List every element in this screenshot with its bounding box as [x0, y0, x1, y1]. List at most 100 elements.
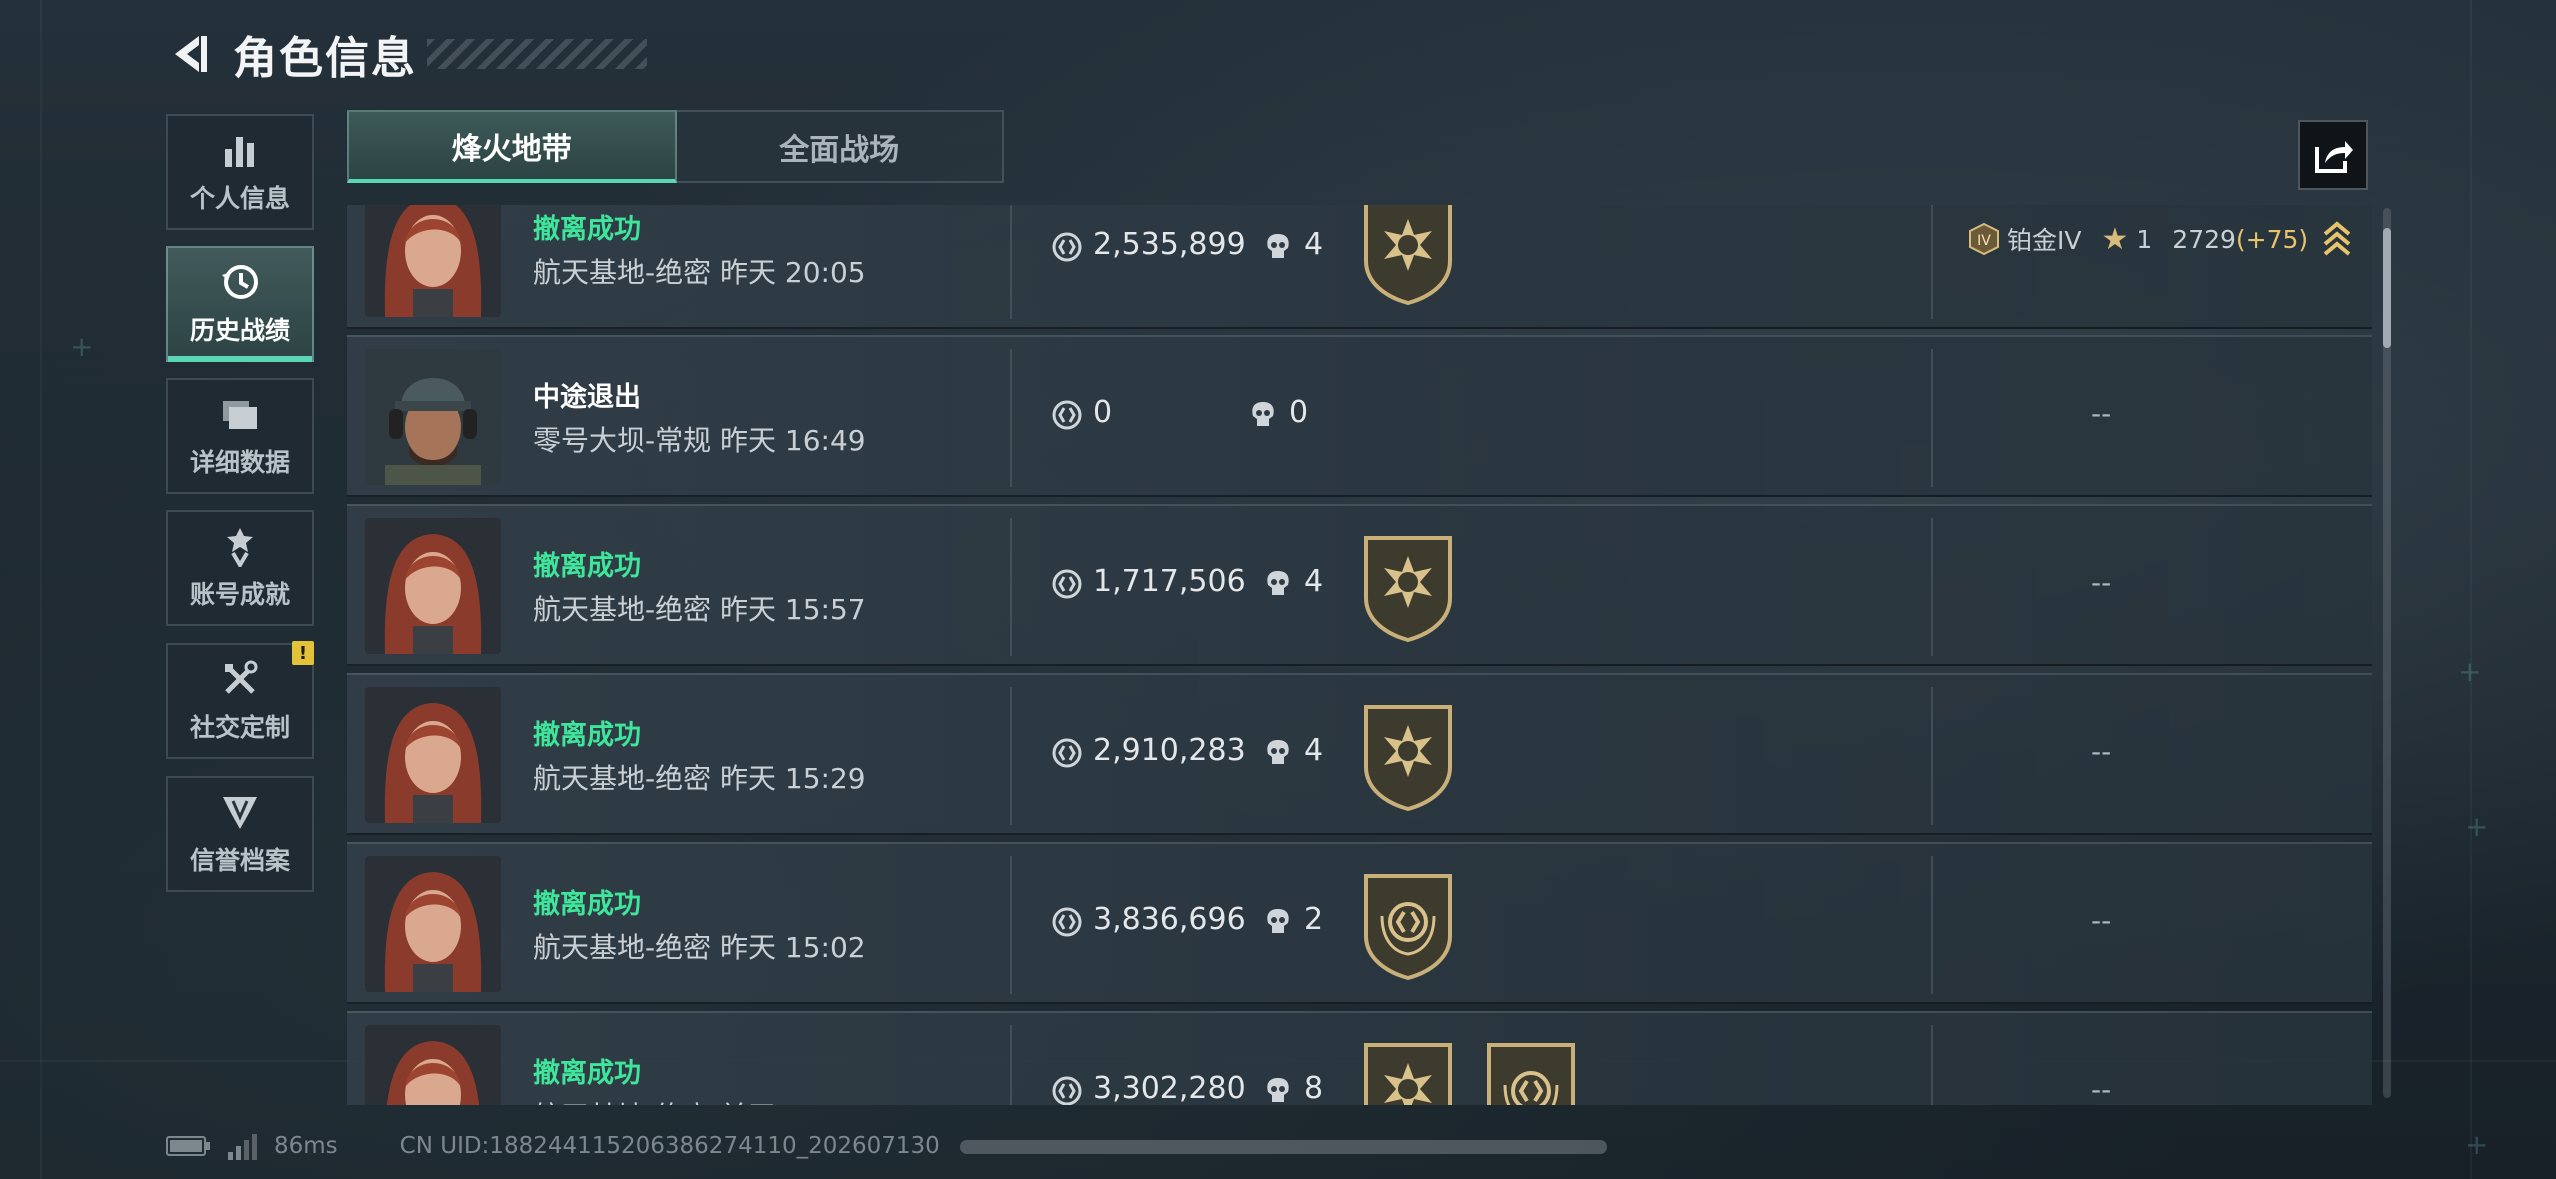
column-divider	[1010, 205, 1012, 319]
skull-icon	[1252, 402, 1274, 426]
laurel-medal-icon	[1364, 874, 1452, 981]
record-value: 1,717,506	[1093, 564, 1246, 599]
platinum-rank-icon: IV	[1969, 222, 1999, 256]
tab-full-battle[interactable]: 全面战场	[676, 110, 1004, 183]
extraction-medal-icon	[1364, 536, 1452, 643]
rank-info: IV 铂金IV ★ 1 2729 (+75)	[1967, 219, 2352, 259]
sidebar-item-label: 信誉档案	[189, 846, 290, 875]
sidebar-item-label: 社交定制	[189, 713, 290, 742]
sidebar-item-profile[interactable]: 个人信息	[166, 114, 314, 230]
record-value: 3,302,280	[1093, 1071, 1246, 1105]
sidebar-item-achievements[interactable]: 账号成就	[166, 510, 314, 626]
share-button[interactable]	[2298, 120, 2368, 190]
record-value: 2,535,899	[1093, 227, 1246, 262]
laurel-medal-icon	[1487, 1043, 1575, 1105]
operator-avatar-redhead	[365, 1025, 501, 1105]
sidebar-item-history[interactable]: 历史战绩	[166, 246, 314, 362]
record-map-time: 航天基地-绝密 前天 20:31	[533, 1095, 866, 1105]
sidebar-item-label: 个人信息	[189, 184, 290, 213]
currency-icon	[1052, 907, 1082, 937]
record-map-time: 航天基地-绝密 昨天 15:57	[533, 593, 866, 626]
record-map-time: 零号大坝-常规 昨天 16:49	[533, 424, 866, 457]
record-status: 撤离成功	[533, 214, 641, 245]
currency-icon	[1052, 400, 1082, 430]
column-divider	[1931, 1025, 1933, 1105]
operator-avatar-redhead	[365, 205, 501, 317]
mode-tabs: 烽火地带 全面战场	[347, 110, 1004, 183]
record-row[interactable]: 撤离成功 航天基地-绝密 昨天 15:02 3,836,696 2 --	[347, 842, 2372, 1004]
home-indicator-bar	[960, 1140, 1607, 1154]
bg-plus-deco: +	[2465, 810, 2489, 843]
record-map-time: 航天基地-绝密 昨天 15:29	[533, 762, 866, 795]
record-row[interactable]: 撤离成功 航天基地-绝密 昨天 20:05 2,535,899 4 IV 铂金I…	[347, 205, 2372, 329]
sidebar-item-reputation[interactable]: 信誉档案	[166, 776, 314, 892]
currency-icon	[1052, 232, 1082, 262]
record-value: 0	[1093, 395, 1113, 430]
record-status: 撤离成功	[533, 720, 641, 751]
share-icon	[2315, 141, 2353, 173]
record-kills: 4	[1304, 227, 1324, 262]
record-status: 撤离成功	[533, 889, 641, 920]
scrollbar-thumb[interactable]	[2383, 228, 2391, 348]
extraction-medal-icon	[1364, 705, 1452, 812]
sidebar-item-label: 账号成就	[189, 580, 290, 609]
bg-grid-line	[40, 0, 42, 1179]
record-kills: 2	[1304, 902, 1324, 937]
bar-chart-icon	[225, 137, 254, 167]
column-divider	[1010, 1025, 1012, 1105]
history-list: 撤离成功 航天基地-绝密 昨天 20:05 2,535,899 4 IV 铂金I…	[347, 205, 2372, 1105]
column-divider	[1010, 349, 1012, 487]
back-button[interactable]	[165, 30, 213, 78]
rank-roman-label: IV	[1977, 233, 1991, 249]
uid-text: CN UID:1882441152063862741​10_202607130	[399, 1133, 940, 1159]
bg-grid-line	[2470, 0, 2472, 1179]
status-footer: 86ms CN UID:1882441152063862741​10_20260…	[166, 1128, 940, 1164]
sidebar-item-label: 详细数据	[189, 448, 290, 477]
rank-stars: 1	[2136, 224, 2153, 254]
operator-avatar-redhead	[365, 856, 501, 992]
tab-warzone[interactable]: 烽火地带	[347, 110, 677, 183]
extraction-medal-icon	[1364, 1043, 1452, 1105]
page-header: 角色信息	[165, 22, 647, 86]
sidebar-item-details[interactable]: 详细数据	[166, 378, 314, 494]
record-row[interactable]: 撤离成功 航天基地-绝密 昨天 15:57 1,717,506 4 --	[347, 504, 2372, 666]
column-divider	[1010, 856, 1012, 994]
rank-result-empty: --	[2091, 566, 2112, 599]
column-divider	[1931, 205, 1933, 319]
rank-score: 2729	[2172, 224, 2236, 254]
list-scrollbar[interactable]	[2383, 208, 2391, 1098]
rank-result-empty: --	[2091, 735, 2112, 768]
history-icon	[222, 265, 258, 299]
back-arrow-icon	[175, 36, 207, 72]
ping-readout: 86ms	[274, 1133, 338, 1159]
bg-plus-deco: +	[70, 330, 94, 363]
record-status: 撤离成功	[533, 1058, 641, 1089]
record-row[interactable]: 撤离成功 航天基地-绝密 前天 20:31 3,302,280 8 --	[347, 1011, 2372, 1105]
skull-icon	[1267, 1078, 1289, 1102]
record-value: 2,910,283	[1093, 733, 1246, 768]
record-value: 3,836,696	[1093, 902, 1246, 937]
shield-icon	[223, 797, 257, 829]
skull-icon	[1267, 234, 1289, 258]
bg-plus-deco: +	[2465, 1128, 2489, 1161]
column-divider	[1010, 687, 1012, 825]
currency-icon	[1052, 1076, 1082, 1105]
record-row[interactable]: 撤离成功 航天基地-绝密 昨天 15:29 2,910,283 4 --	[347, 673, 2372, 835]
record-status: 中途退出	[533, 382, 641, 413]
title-decoration	[427, 39, 647, 69]
column-divider	[1931, 687, 1933, 825]
sidebar-item-label: 历史战绩	[189, 316, 290, 345]
column-divider	[1931, 518, 1933, 656]
record-kills: 8	[1304, 1071, 1324, 1105]
column-divider	[1931, 856, 1933, 994]
notification-badge: !	[292, 641, 314, 665]
currency-icon	[1052, 738, 1082, 768]
rank-tier: 铂金IV	[2007, 226, 2082, 255]
operator-avatar-redhead	[365, 518, 501, 654]
page-title: 角色信息	[233, 33, 417, 84]
record-kills: 4	[1304, 564, 1324, 599]
record-map-time: 航天基地-绝密 昨天 15:02	[533, 931, 866, 964]
record-kills: 4	[1304, 733, 1324, 768]
record-row[interactable]: 中途退出 零号大坝-常规 昨天 16:49 0 0 --	[347, 335, 2372, 497]
operator-avatar-redhead	[365, 687, 501, 823]
